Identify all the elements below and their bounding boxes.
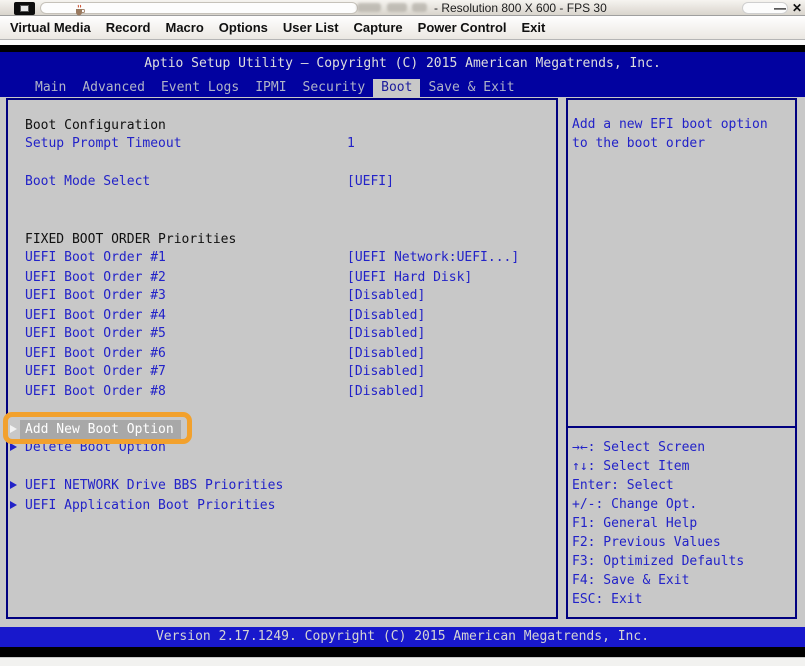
option-label: UEFI Application Boot Priorities <box>25 496 275 515</box>
option-value: [Disabled] <box>347 324 425 343</box>
bios-title: Aptio Setup Utility – Copyright (C) 2015… <box>0 52 805 71</box>
section-title: Boot Configuration <box>8 116 556 135</box>
row-uefi-boot-order-5[interactable]: UEFI Boot Order #5 [Disabled] <box>8 324 556 343</box>
bios-header: Aptio Setup Utility – Copyright (C) 2015… <box>0 52 805 97</box>
console-menubar: Virtual Media Record Macro Options User … <box>0 16 805 40</box>
menu-item-record[interactable]: Record <box>106 20 151 35</box>
redacted-text <box>387 3 407 12</box>
window-title: - Resolution 800 X 600 - FPS 30 <box>434 1 607 15</box>
option-label: UEFI Boot Order #6 <box>25 344 166 363</box>
key-select-item: ↑↓: Select Item <box>572 457 795 476</box>
window-titlebar: - Resolution 800 X 600 - FPS 30 — ✕ <box>0 0 805 16</box>
key-legend: →←: Select Screen ↑↓: Select Item Enter:… <box>568 430 795 609</box>
key-f1-general-help: F1: General Help <box>572 514 795 533</box>
redacted-text <box>412 3 427 12</box>
menu-item-macro[interactable]: Macro <box>165 20 203 35</box>
option-value: [Disabled] <box>347 344 425 363</box>
menu-item-options[interactable]: Options <box>219 20 268 35</box>
app-icon <box>14 2 35 15</box>
screen-letterbox-bottom <box>0 647 805 657</box>
option-value: [Disabled] <box>347 382 425 401</box>
key-change-opt: +/-: Change Opt. <box>572 495 795 514</box>
bios-help-panel: Add a new EFI boot option to the boot or… <box>566 98 797 619</box>
tab-advanced[interactable]: Advanced <box>74 79 153 97</box>
row-uefi-boot-order-4[interactable]: UEFI Boot Order #4 [Disabled] <box>8 306 556 325</box>
menu-item-virtual-media[interactable]: Virtual Media <box>10 20 91 35</box>
option-value: [UEFI Hard Disk] <box>347 268 472 287</box>
row-boot-mode-select[interactable]: Boot Mode Select [UEFI] <box>8 172 556 191</box>
option-label: UEFI Boot Order #1 <box>25 248 166 267</box>
redacted-text <box>357 3 381 12</box>
row-uefi-boot-order-8[interactable]: UEFI Boot Order #8 [Disabled] <box>8 382 556 401</box>
option-label: UEFI NETWORK Drive BBS Priorities <box>25 476 283 495</box>
option-value: [UEFI Network:UEFI...] <box>347 248 519 267</box>
row-uefi-boot-order-7[interactable]: UEFI Boot Order #7 [Disabled] <box>8 362 556 381</box>
option-label: UEFI Boot Order #2 <box>25 268 166 287</box>
fixed-boot-order-title: FIXED BOOT ORDER Priorities <box>8 230 556 249</box>
row-uefi-network-bbs-priorities[interactable]: UEFI NETWORK Drive BBS Priorities <box>8 476 556 495</box>
key-enter-select: Enter: Select <box>572 476 795 495</box>
menu-item-exit[interactable]: Exit <box>522 20 546 35</box>
key-f2-previous-values: F2: Previous Values <box>572 533 795 552</box>
option-value: [Disabled] <box>347 306 425 325</box>
option-label: UEFI Boot Order #8 <box>25 382 166 401</box>
kvm-console-window: - Resolution 800 X 600 - FPS 30 — ✕ Virt… <box>0 0 805 666</box>
row-uefi-boot-order-3[interactable]: UEFI Boot Order #3 [Disabled] <box>8 286 556 305</box>
row-uefi-boot-order-2[interactable]: UEFI Boot Order #2 [UEFI Hard Disk] <box>8 268 556 287</box>
option-label: UEFI Boot Order #5 <box>25 324 166 343</box>
submenu-arrow-icon <box>10 501 17 509</box>
submenu-arrow-icon <box>10 443 17 451</box>
submenu-arrow-icon <box>10 481 17 489</box>
option-value: [Disabled] <box>347 286 425 305</box>
row-uefi-boot-order-6[interactable]: UEFI Boot Order #6 [Disabled] <box>8 344 556 363</box>
key-esc-exit: ESC: Exit <box>572 590 795 609</box>
option-value: 1 <box>347 134 355 153</box>
help-description: Add a new EFI boot option to the boot or… <box>568 100 795 428</box>
key-f4-save-exit: F4: Save & Exit <box>572 571 795 590</box>
window-title-field <box>40 2 358 14</box>
row-uefi-application-boot-priorities[interactable]: UEFI Application Boot Priorities <box>8 496 556 515</box>
option-label: Setup Prompt Timeout <box>25 134 182 153</box>
row-setup-prompt-timeout[interactable]: Setup Prompt Timeout 1 <box>8 134 556 153</box>
bios-version-bar: Version 2.17.1249. Copyright (C) 2015 Am… <box>0 627 805 647</box>
tab-ipmi[interactable]: IPMI <box>247 79 294 97</box>
tab-main[interactable]: Main <box>27 79 74 97</box>
option-value: [Disabled] <box>347 362 425 381</box>
option-label: UEFI Boot Order #7 <box>25 362 166 381</box>
minimize-button[interactable]: — <box>774 0 786 16</box>
menu-item-capture[interactable]: Capture <box>354 20 403 35</box>
tab-security[interactable]: Security <box>295 79 374 97</box>
window-bottom-margin <box>0 657 805 666</box>
menu-item-power-control[interactable]: Power Control <box>418 20 507 35</box>
option-value: [UEFI] <box>347 172 394 191</box>
tab-save-exit[interactable]: Save & Exit <box>420 79 522 97</box>
highlight-annotation-box <box>3 412 192 444</box>
row-uefi-boot-order-1[interactable]: UEFI Boot Order #1 [UEFI Network:UEFI...… <box>8 248 556 267</box>
option-label: UEFI Boot Order #3 <box>25 286 166 305</box>
option-label: Boot Mode Select <box>25 172 150 191</box>
close-button[interactable]: ✕ <box>792 0 802 16</box>
tab-event-logs[interactable]: Event Logs <box>153 79 247 97</box>
bios-tab-bar: Main Advanced Event Logs IPMI Security B… <box>0 79 805 97</box>
key-f3-optimized-defaults: F3: Optimized Defaults <box>572 552 795 571</box>
menu-item-user-list[interactable]: User List <box>283 20 339 35</box>
screen-letterbox-top <box>0 45 805 52</box>
key-select-screen: →←: Select Screen <box>572 438 795 457</box>
option-label: UEFI Boot Order #4 <box>25 306 166 325</box>
tab-boot[interactable]: Boot <box>373 79 420 97</box>
